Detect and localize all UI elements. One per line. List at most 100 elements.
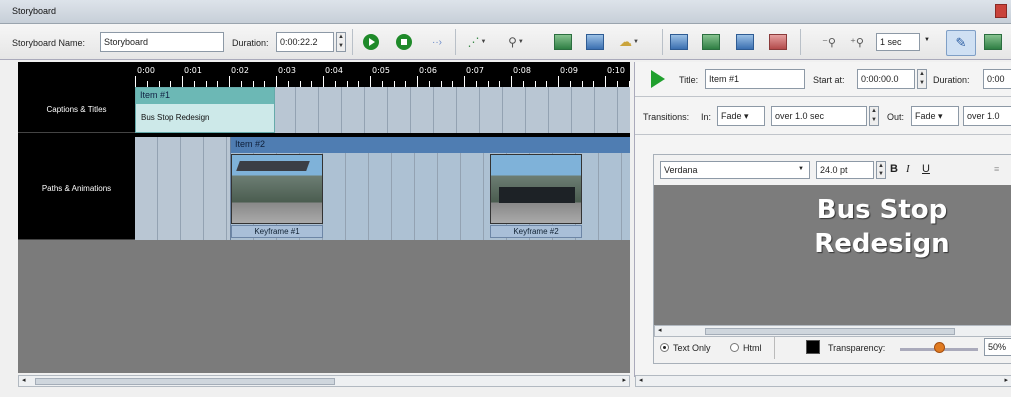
pencil-icon: ✎: [955, 35, 967, 50]
ruler-tick-label: 0:02: [231, 66, 249, 75]
snapshot-icon: [586, 34, 604, 50]
ruler-tick-label: 0:05: [372, 66, 390, 75]
title-input[interactable]: Item #1: [705, 69, 805, 89]
text-color-swatch[interactable]: [806, 340, 820, 354]
keyframe-thumbnail-2[interactable]: [490, 154, 582, 224]
scroll-right-icon[interactable]: ▸: [1004, 376, 1008, 384]
in-transition-duration[interactable]: over 1.0 sec: [771, 106, 867, 126]
transparency-value[interactable]: 50%: [984, 338, 1011, 356]
out-transition-select[interactable]: Fade ▾: [911, 106, 959, 126]
play-icon: [363, 34, 379, 50]
start-at-spinner[interactable]: ▲ ▼: [917, 69, 927, 89]
export-button[interactable]: [982, 32, 1004, 52]
text-only-radio[interactable]: [660, 343, 669, 352]
scroll-left-icon[interactable]: ◂: [658, 326, 662, 334]
zoom-out-icon: ⁻⚲: [822, 36, 836, 49]
window-titlebar: Storyboard: [0, 0, 1011, 24]
keyframe-thumbnail-1[interactable]: [231, 154, 323, 224]
capture-button-1[interactable]: [668, 32, 690, 52]
in-duration-spinner[interactable]: ▲ ▼: [869, 106, 879, 126]
edit-mode-button[interactable]: ✎: [946, 30, 976, 56]
properties-panel: Title: Item #1 Start at: 0:00:00.0 ▲ ▼ Du…: [634, 62, 1011, 387]
timeline-empty-area: [18, 240, 630, 373]
toolbar-separator: [455, 29, 456, 55]
ruler-tick: [417, 76, 418, 87]
italic-button[interactable]: I: [906, 163, 910, 175]
window-title: Storyboard: [12, 6, 57, 16]
bold-button[interactable]: B: [890, 163, 898, 175]
ruler-tick: [323, 76, 324, 87]
zoom-in-button[interactable]: ⁺⚲: [846, 32, 868, 52]
transitions-label: Transitions:: [643, 112, 690, 122]
font-size-spinner[interactable]: ▲ ▼: [876, 161, 886, 179]
ruler-tick: [558, 76, 559, 87]
zoom-out-button[interactable]: ⁻⚲: [818, 32, 840, 52]
scrollbar-thumb[interactable]: [35, 378, 335, 385]
zoom-button[interactable]: ⚲ ▼: [505, 32, 527, 52]
scroll-left-icon[interactable]: ◂: [639, 376, 643, 384]
ruler-tick: [605, 76, 606, 87]
step-forward-icon: ··›: [432, 36, 442, 48]
duration-input[interactable]: 0:00:22.2: [276, 32, 334, 52]
ruler-tick: [229, 76, 230, 87]
step-forward-button[interactable]: ··›: [426, 32, 448, 52]
row-label-paths: Paths & Animations: [18, 137, 135, 240]
chevron-down-icon[interactable]: ▼: [798, 166, 804, 172]
ruler-tick: [276, 76, 277, 87]
caption-preview-canvas[interactable]: Bus Stop Redesign: [654, 185, 1011, 325]
html-radio[interactable]: [730, 343, 739, 352]
row-label-captions: Captions & Titles: [18, 87, 135, 133]
in-transition-select[interactable]: Fade ▾: [717, 106, 765, 126]
font-family-select[interactable]: Verdana: [660, 161, 810, 179]
duration-label: Duration:: [933, 75, 970, 85]
ruler-tick-label: 0:09: [560, 66, 578, 75]
capture-button-2[interactable]: [700, 32, 722, 52]
capture-icon: [702, 34, 720, 50]
add-keyframe-button[interactable]: [552, 32, 574, 52]
scroll-left-icon[interactable]: ◂: [22, 376, 26, 384]
timeline-scrollbar[interactable]: ◂ ▸: [18, 375, 630, 387]
ruler-tick-label: 0:08: [513, 66, 531, 75]
out-transition-duration[interactable]: over 1.0: [963, 106, 1011, 126]
ruler-tick-label: 0:00: [137, 66, 155, 75]
keyframe-icon: [554, 34, 572, 50]
preview-play-icon[interactable]: [651, 70, 665, 88]
underline-button[interactable]: U: [922, 163, 930, 175]
caption-preview-text: Bus Stop Redesign: [802, 193, 962, 261]
chevron-down-icon[interactable]: ▼: [924, 37, 930, 43]
add-snapshot-button[interactable]: [584, 32, 606, 52]
storyboard-name-input[interactable]: Storyboard: [100, 32, 224, 52]
caption-clip-item-1[interactable]: Item #1 Bus Stop Redesign: [135, 87, 275, 133]
editor-scrollbar[interactable]: ◂: [654, 325, 1011, 337]
duration-spinner[interactable]: ▲ ▼: [336, 32, 346, 52]
transparency-slider-knob[interactable]: [934, 342, 945, 353]
time-scale-select[interactable]: 1 sec: [876, 33, 920, 51]
start-at-input[interactable]: 0:00:00.0: [857, 69, 915, 89]
clip-title: Item #2: [231, 137, 630, 153]
font-size-input[interactable]: 24.0 pt: [816, 161, 874, 179]
magnifier-icon: ⚲: [508, 35, 517, 49]
ruler-tick-label: 0:03: [278, 66, 296, 75]
ruler-tick: [135, 76, 136, 87]
properties-scrollbar[interactable]: ◂ ▸: [635, 375, 1011, 387]
capture-button-3[interactable]: [734, 32, 756, 52]
close-icon[interactable]: [995, 4, 1007, 18]
ruler-tick-label: 0:10: [607, 66, 625, 75]
play-button[interactable]: [360, 32, 382, 52]
scrollbar-thumb[interactable]: [705, 328, 955, 335]
ruler-tick-label: 0:01: [184, 66, 202, 75]
toolbar-separator: [800, 29, 801, 55]
align-icon[interactable]: ≡: [994, 164, 999, 174]
storyboard-name-label: Storyboard Name:: [12, 38, 86, 48]
stop-icon: [396, 34, 412, 50]
weather-button[interactable]: ☁ ▼: [618, 32, 640, 52]
time-ruler[interactable]: 0:00 0:01 0:02 0:03 0:04 0:05 0:06 0:07 0:08 0:09…: [135, 62, 630, 87]
item-duration-input[interactable]: 0:00: [983, 69, 1011, 89]
out-label: Out:: [887, 112, 905, 122]
cloud-icon: ☁: [619, 34, 633, 49]
add-path-button[interactable]: ⋰ ▼: [466, 32, 488, 52]
clip-title: Item #1: [136, 88, 274, 104]
delete-capture-button[interactable]: [767, 32, 789, 52]
stop-button[interactable]: [393, 32, 415, 52]
scroll-right-icon[interactable]: ▸: [622, 376, 626, 384]
